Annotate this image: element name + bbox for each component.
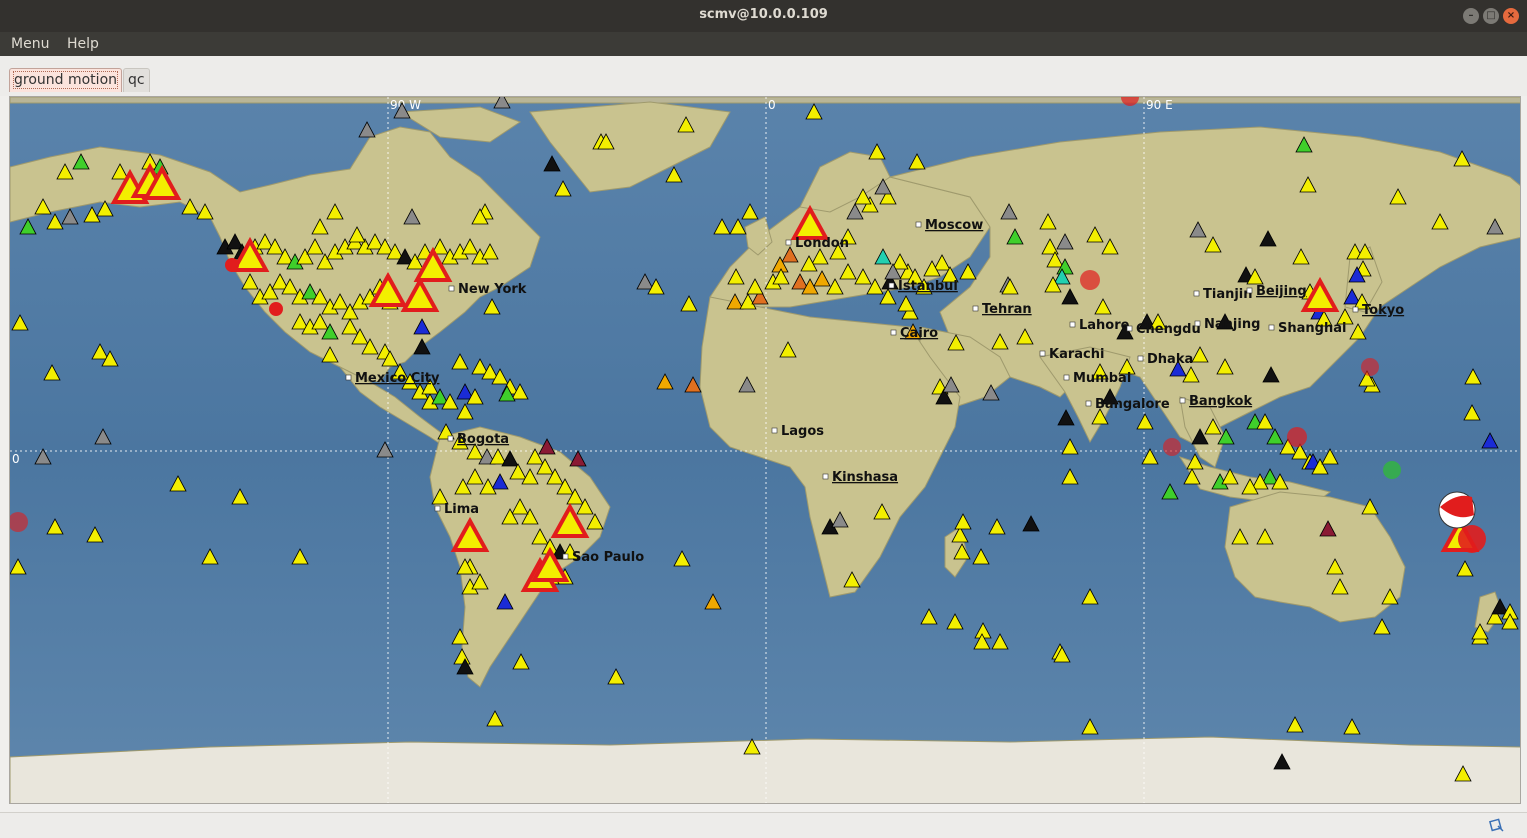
city-marker [1193, 290, 1200, 297]
city-marker [1179, 397, 1186, 404]
city-label: Bangkok [1189, 394, 1252, 409]
city-marker [1085, 400, 1092, 407]
city-label: Bangalore [1095, 397, 1170, 412]
city-marker [1039, 350, 1046, 357]
city-label: Tehran [982, 302, 1032, 317]
city-label: Kinshasa [832, 470, 898, 485]
city-label: New York [458, 282, 527, 297]
window-titlebar: scmv@10.0.0.109 – □ × [0, 0, 1527, 32]
city-marker [1246, 287, 1253, 294]
tab-ground-motion-label: ground motion [12, 71, 119, 89]
event-marker[interactable] [1383, 461, 1401, 479]
city-marker [1137, 355, 1144, 362]
city-marker [822, 473, 829, 480]
city-marker [888, 282, 895, 289]
city-label: Nanjing [1204, 317, 1260, 332]
city-label: Istanbul [898, 279, 958, 294]
focal-mechanism-beachball[interactable] [1438, 491, 1476, 529]
status-bar [0, 812, 1527, 838]
city-label: Karachi [1049, 347, 1104, 362]
event-marker[interactable] [1080, 270, 1100, 290]
menu-item-menu[interactable]: Menu [11, 36, 49, 52]
window-title: scmv@10.0.0.109 [699, 7, 828, 22]
grid-label-90e: 90 E [1146, 98, 1173, 112]
menu-item-help[interactable]: Help [67, 36, 99, 52]
city-marker [447, 435, 454, 442]
city-marker [890, 329, 897, 336]
city-label: Lahore [1079, 318, 1130, 333]
tab-bar: ground motion qc [0, 56, 1527, 96]
world-map[interactable]: 90 W 0 90 E 0 New York Mexico City Bogota L… [9, 96, 1521, 804]
city-label: Dhaka [1147, 352, 1193, 367]
city-marker [1063, 374, 1070, 381]
maximize-button[interactable]: □ [1483, 8, 1499, 24]
city-label: Lima [444, 502, 479, 517]
event-marker[interactable] [1287, 427, 1307, 447]
city-marker [1268, 324, 1275, 331]
city-marker [1352, 306, 1359, 313]
city-marker [771, 427, 778, 434]
city-marker [434, 505, 441, 512]
city-marker [562, 553, 569, 560]
city-label: Tianjin [1203, 287, 1253, 302]
city-marker [972, 305, 979, 312]
city-marker [448, 285, 455, 292]
city-label: Mumbai [1073, 371, 1131, 386]
city-label: Beijing [1256, 284, 1307, 299]
city-marker [345, 374, 352, 381]
menu-bar: Menu Help [0, 32, 1527, 56]
tab-qc-label: qc [128, 72, 145, 88]
city-label: Mexico City [355, 371, 440, 386]
event-marker[interactable] [1361, 358, 1379, 376]
minimize-button[interactable]: – [1463, 8, 1479, 24]
event-marker[interactable] [1458, 525, 1486, 553]
grid-label-0: 0 [768, 98, 776, 112]
city-marker [915, 221, 922, 228]
tab-qc[interactable]: qc [123, 68, 150, 92]
event-marker[interactable] [269, 302, 283, 316]
city-label: Cairo [900, 326, 938, 341]
city-marker [785, 239, 792, 246]
city-label: Chengdu [1136, 322, 1201, 337]
grid-label-equator: 0 [12, 452, 20, 466]
network-status-icon [1489, 818, 1504, 832]
city-marker [1194, 320, 1201, 327]
city-label: Shanghai [1278, 321, 1346, 336]
city-label: Tokyo [1362, 303, 1404, 318]
city-label: Moscow [925, 218, 983, 233]
city-label: Bogota [457, 432, 509, 447]
event-marker[interactable] [1163, 438, 1181, 456]
city-marker [1126, 325, 1133, 332]
event-marker[interactable] [225, 258, 239, 272]
city-label: London [795, 236, 849, 251]
tab-ground-motion[interactable]: ground motion [9, 68, 123, 92]
city-label: Lagos [781, 424, 824, 439]
close-button[interactable]: × [1503, 8, 1519, 24]
city-label: Sao Paulo [572, 550, 644, 565]
city-marker [1069, 321, 1076, 328]
